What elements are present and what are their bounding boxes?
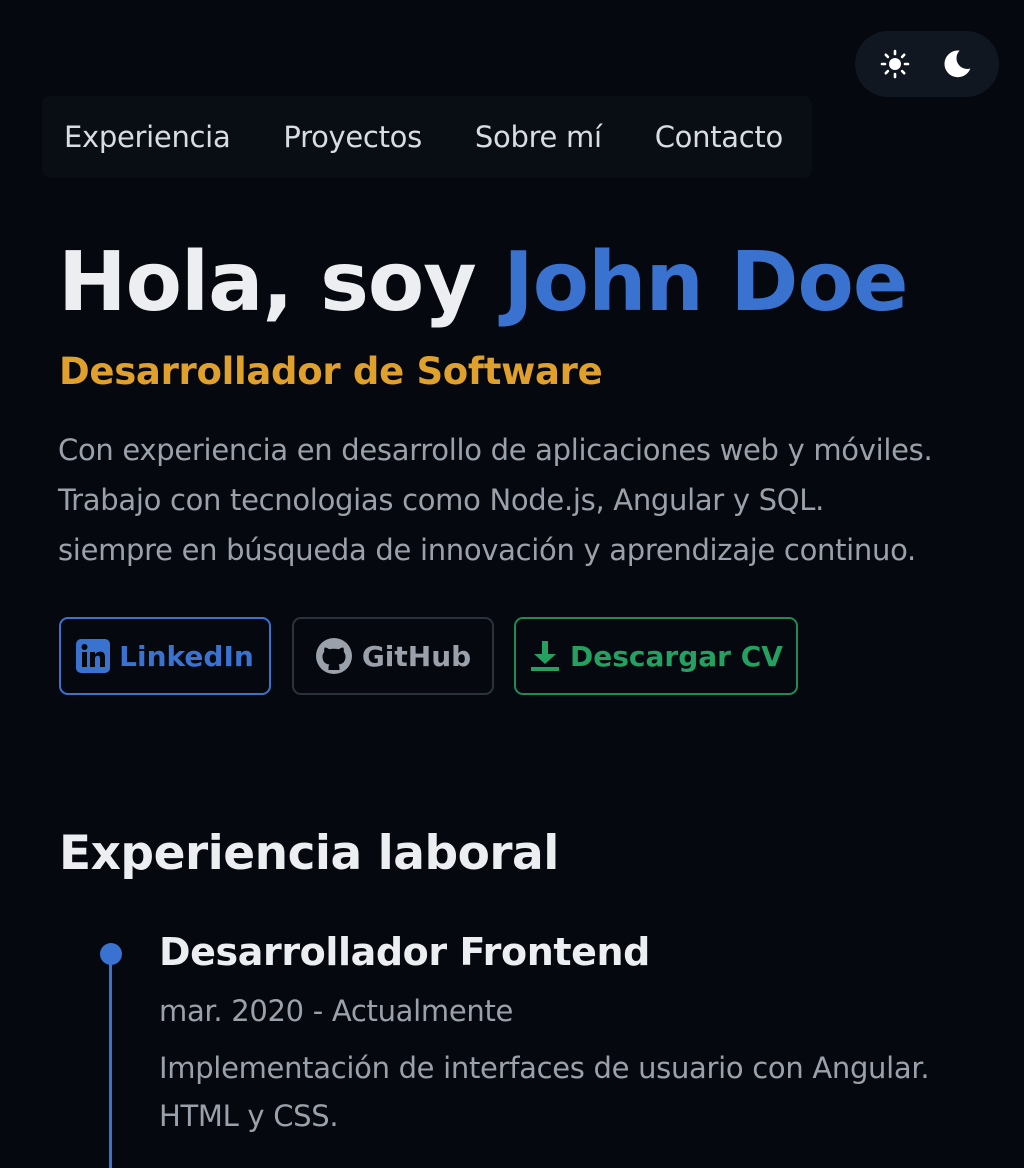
hero-name: John Doe — [503, 235, 908, 330]
sun-icon[interactable] — [879, 48, 911, 80]
job-description-line: HTML y CSS. — [159, 1099, 339, 1133]
job-description-line: Implementación de interfaces de usuario … — [159, 1051, 930, 1085]
linkedin-icon — [76, 639, 111, 673]
job-title: Desarrollador Frontend — [159, 930, 650, 974]
download-icon — [529, 639, 561, 673]
nav-item-proyectos[interactable]: Proyectos — [283, 120, 422, 154]
main-nav: Experiencia Proyectos Sobre mí Contacto — [42, 96, 812, 178]
hero-title: Hola, soy John Doe — [58, 235, 908, 330]
hero-description-line: Trabajo con tecnologias como Node.js, An… — [58, 483, 825, 517]
hero-greeting: Hola, soy — [58, 235, 477, 330]
hero-description-line: Con experiencia en desarrollo de aplicac… — [58, 433, 933, 467]
nav-item-contacto[interactable]: Contacto — [655, 120, 783, 154]
hero-subtitle: Desarrollador de Software — [59, 350, 603, 393]
github-icon — [315, 637, 353, 675]
theme-toggle — [855, 31, 999, 97]
download-cv-button[interactable]: Descargar CV — [514, 617, 798, 695]
job-date: mar. 2020 - Actualmente — [159, 994, 514, 1028]
nav-item-sobre-mi[interactable]: Sobre mí — [475, 120, 602, 154]
download-cv-label: Descargar CV — [570, 639, 783, 673]
job-description: Implementación de interfaces de usuario … — [159, 1044, 1009, 1140]
nav-item-experiencia[interactable]: Experiencia — [64, 120, 231, 154]
portfolio-page: Experiencia Proyectos Sobre mí Contacto … — [0, 0, 1024, 1168]
linkedin-button[interactable]: LinkedIn — [59, 617, 271, 695]
experience-section-title: Experiencia laboral — [59, 826, 559, 881]
timeline-dot — [100, 943, 122, 965]
timeline-line — [109, 955, 112, 1168]
github-label: GitHub — [361, 639, 472, 673]
hero-description-line: siempre en búsqueda de innovación y apre… — [58, 533, 916, 567]
github-button[interactable]: GitHub — [292, 617, 494, 695]
hero-description: Con experiencia en desarrollo de aplicac… — [58, 425, 1008, 575]
moon-icon[interactable] — [941, 48, 973, 80]
linkedin-label: LinkedIn — [119, 639, 254, 673]
